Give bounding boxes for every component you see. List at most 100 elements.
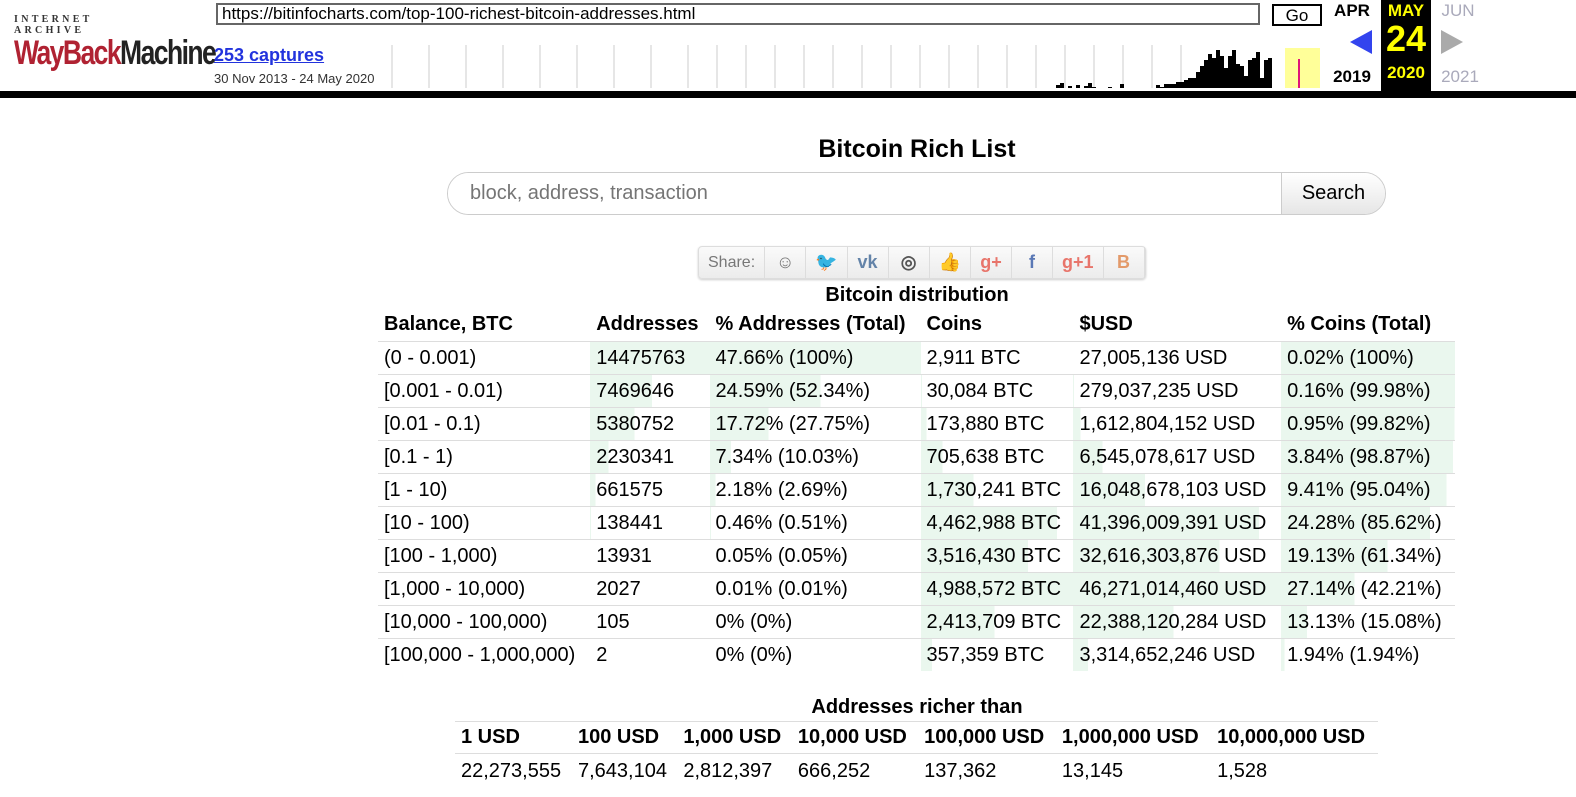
capture-sparkline[interactable] xyxy=(388,45,1324,88)
capture-bar xyxy=(1236,64,1240,88)
column-header[interactable]: 10,000 USD xyxy=(791,721,919,754)
addresses-percent-cell: 0.01% (0.01%) xyxy=(709,572,921,606)
facebook-icon[interactable]: f xyxy=(1012,247,1053,278)
coins-cell: 30,084 BTC xyxy=(920,374,1074,408)
balance-cell: [0.1 - 1) xyxy=(378,440,591,474)
weibo-icon[interactable]: ◎ xyxy=(889,247,930,278)
richer-count: 13,145 xyxy=(1061,759,1124,782)
table-row: [10 - 100) 138441 0.46% (0.51%) 4,462,988 B… xyxy=(378,506,1455,540)
table-row: [10,000 - 100,000) 105 0% (0%) 2,413,709 BT… xyxy=(378,605,1455,639)
capture-bar xyxy=(1268,58,1272,88)
usd-cell: 16,048,678,103 USD xyxy=(1073,473,1282,507)
column-header[interactable]: $USD xyxy=(1073,307,1281,342)
column-header[interactable]: Coins xyxy=(921,307,1074,342)
capture-bar xyxy=(1092,87,1096,88)
next-year[interactable]: 2021 xyxy=(1432,67,1488,87)
column-header[interactable]: Addresses xyxy=(590,307,709,342)
twitter-icon[interactable]: 🐦 xyxy=(806,247,848,278)
usd-cell: 3,314,652,246 USD xyxy=(1073,638,1282,671)
column-header[interactable]: 1,000 USD xyxy=(677,721,792,754)
next-arrow-icon[interactable] xyxy=(1441,30,1463,54)
prev-month[interactable]: APR xyxy=(1324,1,1380,21)
next-month[interactable]: JUN xyxy=(1430,1,1486,21)
table-row: [0.001 - 0.01) 7469646 24.59% (52.34%) 30,0… xyxy=(378,374,1455,408)
balance-cell: [10 - 100) xyxy=(378,506,591,540)
usd-cell: 22,388,120,284 USD xyxy=(1073,605,1282,639)
coins-percent-cell: 1.94% (1.94%) xyxy=(1281,638,1455,671)
addresses-percent-cell: 7.34% (10.03%) xyxy=(709,440,921,474)
prev-arrow-icon[interactable] xyxy=(1350,30,1372,54)
table-row: 22,273,555 7,643,104 2,812,397 666,252 137,3… xyxy=(455,754,1378,789)
capture-bar xyxy=(1160,87,1164,88)
table-row: [100 - 1,000) 13931 0.05% (0.05%) 3,516,430… xyxy=(378,539,1455,573)
capture-bar xyxy=(1216,50,1220,88)
capture-bar xyxy=(1232,50,1236,88)
vk-icon[interactable]: vk xyxy=(848,247,889,278)
richer-count: 22,273,555 xyxy=(461,759,562,782)
current-year-highlight xyxy=(1285,48,1320,88)
richer-count: 2,812,397 xyxy=(683,759,773,782)
capture-bar xyxy=(1228,56,1232,88)
balance-cell: [0.01 - 0.1) xyxy=(378,407,591,441)
column-header[interactable]: 1,000,000 USD xyxy=(1055,721,1212,754)
reddit-icon[interactable]: ☺ xyxy=(765,247,807,278)
capture-bar xyxy=(1120,84,1124,88)
coins-percent-cell: 0.02% (100%) xyxy=(1281,341,1455,375)
capture-bar xyxy=(1156,85,1160,88)
wayback-logo[interactable]: INTERNET ARCHIVE WayBackMachine xyxy=(14,14,217,70)
captures-link[interactable]: 253 captures xyxy=(214,45,324,66)
richer-table: 1 USD 100 USD 1,000 USD 10,000 USD 100,000 U… xyxy=(455,721,1378,788)
column-header[interactable]: % Coins (Total) xyxy=(1281,307,1455,342)
go-button[interactable]: Go xyxy=(1272,4,1322,26)
balance-cell: [100,000 - 1,000,000) xyxy=(378,638,591,671)
capture-bar xyxy=(1188,78,1192,88)
addresses-percent-cell: 17.72% (27.75%) xyxy=(709,407,921,441)
addresses-cell: 105 xyxy=(590,605,710,639)
usd-cell: 46,271,014,460 USD xyxy=(1073,572,1282,606)
column-header[interactable]: 100,000 USD xyxy=(918,721,1056,754)
column-header[interactable]: 1 USD xyxy=(455,721,572,754)
coins-cell: 3,516,430 BTC xyxy=(920,539,1074,573)
capture-bar xyxy=(1256,52,1260,88)
richer-caption: Addresses richer than xyxy=(811,696,1023,718)
capture-bar xyxy=(1108,87,1112,88)
url-input[interactable] xyxy=(216,3,1260,25)
prev-year[interactable]: 2019 xyxy=(1324,67,1380,87)
balance-cell: [10,000 - 100,000) xyxy=(378,605,591,639)
addresses-percent-cell: 47.66% (100%) xyxy=(709,341,921,375)
capture-bar xyxy=(1060,83,1064,88)
capture-bar xyxy=(1208,54,1212,88)
usd-cell: 1,612,804,152 USD xyxy=(1073,407,1282,441)
blogger-icon[interactable]: B xyxy=(1104,247,1145,278)
coins-cell: 173,880 BTC xyxy=(920,407,1074,441)
google-plus-icon[interactable]: g+ xyxy=(971,247,1012,278)
coins-percent-cell: 3.84% (98.87%) xyxy=(1281,440,1455,474)
column-header[interactable]: 10,000,000 USD xyxy=(1211,721,1378,754)
column-header[interactable]: Balance, BTC xyxy=(378,307,590,342)
addresses-percent-cell: 0% (0%) xyxy=(709,638,921,671)
coins-cell: 2,911 BTC xyxy=(920,341,1074,375)
balance-cell: [0.001 - 0.01) xyxy=(378,374,591,408)
column-header[interactable]: 100 USD xyxy=(571,721,678,754)
capture-bar xyxy=(1260,78,1264,88)
capture-bar xyxy=(1240,66,1244,88)
table-row: (0 - 0.001) 14475763 47.66% (100%) 2,911 BT… xyxy=(378,341,1455,375)
table-row: [100,000 - 1,000,000) 2 0% (0%) 357,359 BTC… xyxy=(378,638,1455,671)
like-icon[interactable]: 👍 xyxy=(930,247,971,278)
addresses-cell: 2 xyxy=(590,638,710,671)
addresses-cell: 661575 xyxy=(590,473,710,507)
table-row: [0.1 - 1) 2230341 7.34% (10.03%) 705,638 BT… xyxy=(378,440,1455,474)
capture-bar xyxy=(1168,84,1172,88)
capture-bar xyxy=(1244,76,1248,88)
capture-bar xyxy=(1172,84,1176,88)
google-plus-one-icon[interactable]: g+1 xyxy=(1053,247,1104,278)
distribution-caption: Bitcoin distribution xyxy=(825,284,1009,306)
column-header[interactable]: % Addresses (Total) xyxy=(710,307,921,342)
coins-percent-cell: 9.41% (95.04%) xyxy=(1281,473,1455,507)
addresses-cell: 5380752 xyxy=(590,407,710,441)
search-input[interactable] xyxy=(448,173,1281,214)
richer-count: 1,528 xyxy=(1217,759,1268,782)
search-button[interactable]: Search xyxy=(1281,173,1385,214)
coins-cell: 4,462,988 BTC xyxy=(920,506,1074,540)
capture-bar xyxy=(1164,84,1168,88)
